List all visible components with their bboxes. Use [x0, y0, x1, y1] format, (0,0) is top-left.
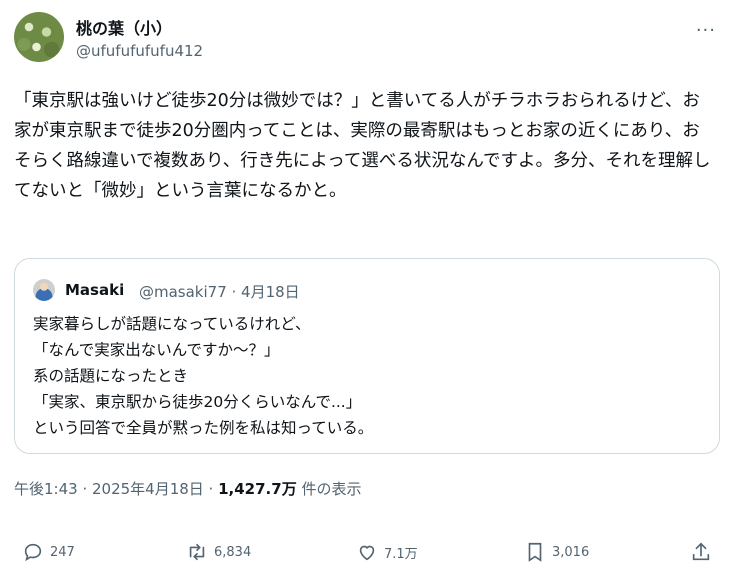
more-options-icon[interactable]: ··· [696, 20, 716, 41]
display-name[interactable]: 桃の葉（小） [76, 15, 172, 39]
view-count: 1,427.7万 [218, 480, 297, 498]
share-button[interactable] [690, 538, 718, 566]
user-handle[interactable]: @ufufufufufu412 [76, 42, 203, 60]
bookmark-icon [528, 542, 542, 562]
reply-count: 247 [50, 544, 75, 560]
retweet-button[interactable]: 6,834 [186, 538, 251, 566]
reply-icon [24, 543, 42, 562]
quote-avatar[interactable] [33, 279, 55, 301]
tweet-header: 桃の葉（小） @ufufufufufu412 ··· [14, 12, 716, 64]
like-count: 7.1万 [384, 546, 418, 562]
quote-author-name[interactable]: Masaki [65, 281, 124, 299]
tweet-text: 「東京駅は強いけど徒歩20分は微妙では？」と書いてる人がチラホラおられるけど、お… [14, 91, 711, 201]
timestamp[interactable]: 午後1:43 · 2025年4月18日 · [14, 480, 218, 498]
avatar[interactable] [14, 12, 64, 62]
view-label: 件の表示 [296, 480, 362, 498]
tweet-meta: 午後1:43 · 2025年4月18日 · 1,427.7万 件の表示 [14, 478, 361, 499]
quoted-tweet[interactable]: Masaki @masaki77 · 4月18日 実家暮らしが話題になっているけ… [14, 258, 720, 454]
action-bar: 247 6,834 7.1万 3,016 [0, 530, 730, 570]
quote-author-meta: @masaki77 · 4月18日 [139, 283, 300, 301]
retweet-icon [189, 543, 205, 561]
bookmark-button[interactable]: 3,016 [524, 538, 589, 566]
heart-icon [359, 545, 375, 561]
retweet-count: 6,834 [214, 544, 252, 560]
share-icon [692, 542, 710, 561]
like-button[interactable]: 7.1万 [356, 538, 418, 566]
reply-button[interactable]: 247 [22, 538, 75, 566]
bookmark-count: 3,016 [552, 544, 590, 560]
quote-text: 実家暮らしが話題になっているけれど、 「なんで実家出ないんですか～？」 系の話題… [33, 315, 374, 437]
